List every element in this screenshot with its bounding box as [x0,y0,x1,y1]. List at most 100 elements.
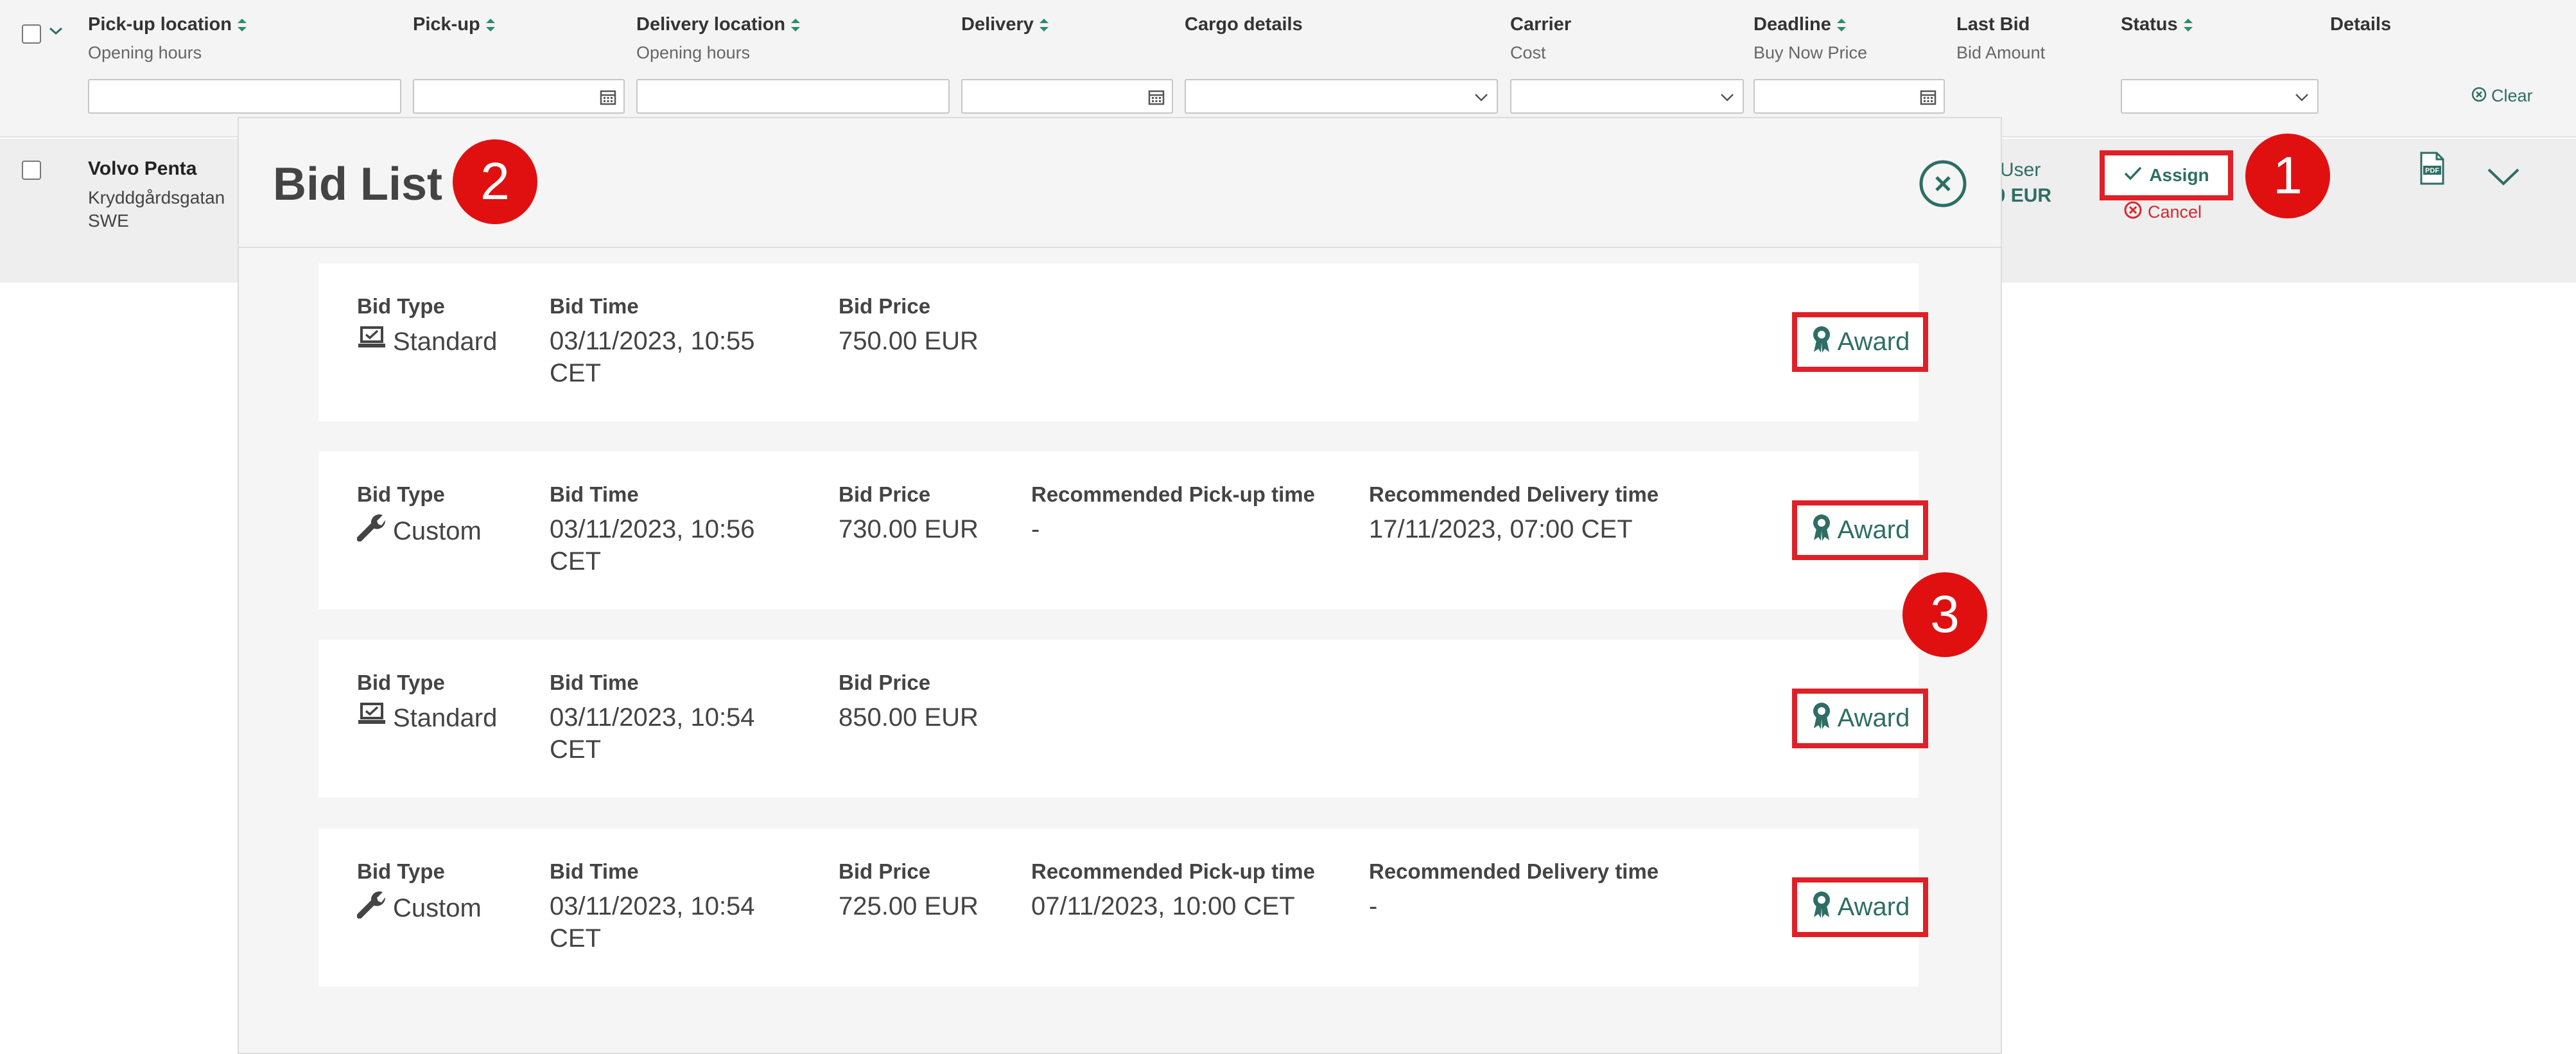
award-button[interactable]: Award [1792,689,1928,748]
pickup-date-filter[interactable] [413,79,625,114]
bid-time-value: 03/11/2023, 10:56 CET [550,515,755,575]
award-button[interactable]: Award [1792,312,1928,372]
col-delivery-title: Delivery [961,14,1034,35]
col-details-title: Details [2330,14,2392,35]
award-ribbon-icon [1811,513,1832,548]
award-label: Award [1837,704,1910,732]
bid-card: Bid Type Standard Bid Time 03/11/2023, 10… [318,263,1928,421]
carrier-filter[interactable] [1510,79,1744,114]
assign-button[interactable]: Assign [2100,150,2233,200]
bid-price-value: 750.00 EUR [839,327,979,355]
bid-price-label: Bid Price [839,671,931,694]
col-delivery-location-sub: Opening hours [636,43,751,62]
award-button[interactable]: Award [1792,500,1928,560]
bid-type-value: Custom [393,894,482,922]
bid-type-label: Bid Type [357,671,445,694]
col-pickup[interactable]: Pick-up [413,14,497,35]
col-carrier-sub: Cost [1510,43,1546,62]
bid-price-value: 725.00 EUR [839,892,979,920]
bid-price-value: 850.00 EUR [839,703,979,732]
sort-icon[interactable] [236,17,248,33]
chevron-down-icon[interactable] [2293,88,2311,106]
bid-card: Bid Type Custom Bid Time 03/11/2023, 10:5… [318,829,1928,987]
col-carrier-title: Carrier [1510,14,1572,35]
laptop-icon [357,701,387,735]
rec-delivery-label: Recommended Delivery time [1369,859,1659,883]
sort-icon[interactable] [484,17,497,33]
rec-pickup-label: Recommended Pick-up time [1031,482,1315,506]
award-ribbon-icon [1811,890,1832,925]
sort-icon[interactable] [1835,17,1848,33]
cancel-button[interactable]: Cancel [2123,200,2202,224]
calendar-icon[interactable] [1919,88,1937,106]
bid-card: Bid Type Standard Bid Time 03/11/2023, 10… [318,640,1928,798]
col-delivery-location[interactable]: Delivery location Opening hours [636,14,802,63]
award-label: Award [1837,516,1910,544]
svg-text:PDF: PDF [2425,167,2439,175]
award-ribbon-icon [1811,701,1832,736]
rec-delivery-label: Recommended Delivery time [1369,482,1659,506]
col-deadline-title: Deadline [1754,14,1831,35]
sort-icon[interactable] [2182,17,2195,33]
laptop-icon [357,325,387,358]
col-deadline[interactable]: Deadline Buy Now Price [1754,14,1867,63]
row-country: SWE [88,211,129,231]
cargo-details-filter[interactable] [1185,79,1498,114]
award-label: Award [1837,328,1910,356]
sort-icon[interactable] [1038,17,1050,33]
sort-icon[interactable] [789,17,802,33]
pickup-location-filter[interactable] [88,79,401,114]
select-all-checkbox[interactable] [22,24,41,44]
status-filter[interactable] [2121,79,2319,114]
calendar-icon[interactable] [599,88,617,106]
rec-pickup-label: Recommended Pick-up time [1031,859,1315,883]
close-circle-icon [2123,200,2143,224]
modal-title: Bid List [273,159,442,210]
col-details: Details [2330,14,2391,35]
col-last-bid: Last Bid Bid Amount [1956,14,2045,63]
bid-type-value: Standard [393,704,498,732]
rec-delivery-value: 17/11/2023, 07:00 CET [1369,515,1633,543]
award-label: Award [1837,893,1910,921]
clear-filters-button[interactable]: Clear [2471,86,2533,107]
check-icon [2123,165,2143,186]
row-company: Volvo Penta [88,158,197,179]
award-ribbon-icon [1811,325,1832,360]
chevron-down-icon[interactable] [1472,88,1490,106]
delivery-location-filter[interactable] [636,79,950,114]
bid-price-value: 730.00 EUR [839,515,979,543]
col-cargo-details: Cargo details [1185,14,1303,35]
award-button[interactable]: Award [1792,877,1928,937]
col-deadline-sub: Buy Now Price [1754,43,1868,62]
col-pickup-location-title: Pick-up location [88,14,232,35]
assign-label: Assign [2149,165,2209,185]
col-delivery[interactable]: Delivery [961,14,1050,35]
bid-card: Bid Type Custom Bid Time 03/11/2023, 10:5… [318,452,1928,610]
col-pickup-location[interactable]: Pick-up location Opening hours [88,14,248,63]
callout-badge-3: 3 [1902,572,1987,657]
delivery-date-filter[interactable] [961,79,1173,114]
chevron-down-icon[interactable] [1718,88,1736,106]
bid-time-label: Bid Time [550,671,639,694]
close-circle-icon [2471,86,2487,107]
calendar-icon[interactable] [1147,88,1165,106]
expand-row-chevron-icon[interactable] [2486,166,2521,191]
bid-type-value: Standard [393,328,498,356]
pdf-icon[interactable]: PDF [2419,152,2445,188]
bid-time-value: 03/11/2023, 10:54 CET [550,703,755,764]
callout-badge-2: 2 [453,139,537,224]
cancel-label: Cancel [2148,202,2202,222]
close-icon[interactable] [1919,159,1967,208]
col-delivery-location-title: Delivery location [636,14,786,35]
rec-pickup-value: - [1031,515,1040,543]
col-carrier: Carrier Cost [1510,14,1571,63]
row-checkbox[interactable] [22,161,41,180]
clear-filters-label: Clear [2491,86,2533,105]
col-status[interactable]: Status [2121,14,2195,35]
deadline-filter[interactable] [1754,79,1945,114]
select-menu-chevron-icon[interactable] [48,24,64,40]
bid-time-value: 03/11/2023, 10:54 CET [550,892,755,953]
callout-badge-1: 1 [2245,134,2330,218]
wrench-icon [356,890,387,926]
bid-price-label: Bid Price [839,294,931,318]
